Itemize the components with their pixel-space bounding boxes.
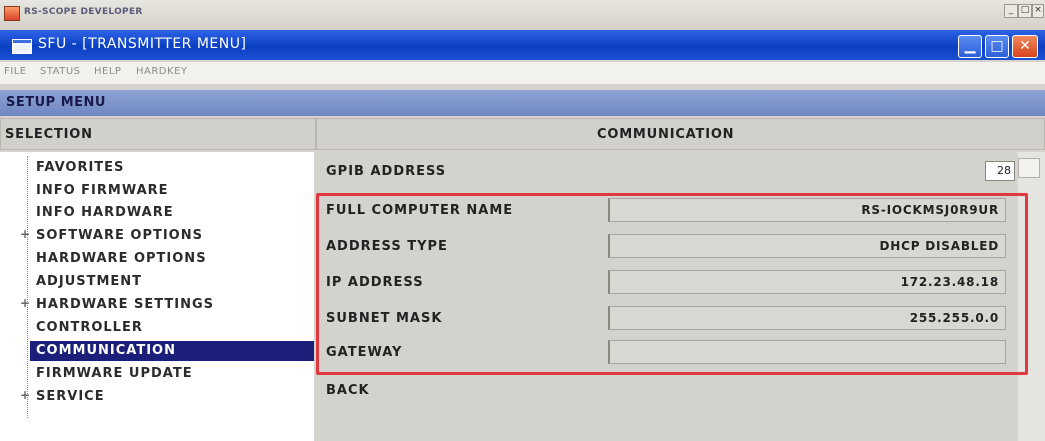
tree-item-firmware-update[interactable]: FIRMWARE UPDATE: [36, 364, 193, 384]
setup-menu-label: SETUP MENU: [6, 95, 106, 110]
setup-menu-banner: SETUP MENU: [0, 90, 1045, 116]
outer-close-icon[interactable]: ×: [1032, 4, 1044, 18]
minimize-button[interactable]: ▁: [958, 35, 982, 58]
tree-connector: [27, 156, 29, 418]
window-titlebar: SFU - [TRANSMITTER MENU] ▁ □ ✕: [0, 30, 1045, 60]
menubar: FILE STATUS HELP HARDKEY: [0, 62, 1045, 84]
tree-item-controller[interactable]: CONTROLLER: [36, 318, 143, 338]
selection-header: SELECTION: [0, 118, 316, 150]
expand-software-options-icon[interactable]: +: [20, 227, 30, 241]
maximize-button[interactable]: □: [985, 35, 1009, 58]
menu-file[interactable]: FILE: [4, 66, 27, 77]
tree-item-service[interactable]: SERVICE: [36, 387, 105, 407]
highlight-box: [316, 193, 1028, 375]
tree-item-software-options[interactable]: SOFTWARE OPTIONS: [36, 226, 203, 246]
menu-hardkey[interactable]: HARDKEY: [136, 66, 188, 77]
tree-item-info-hardware[interactable]: INFO HARDWARE: [36, 203, 174, 223]
tree-item-hardware-options[interactable]: HARDWARE OPTIONS: [36, 249, 207, 269]
scroll-up-icon[interactable]: [1018, 158, 1040, 178]
tree-item-info-firmware[interactable]: INFO FIRMWARE: [36, 181, 169, 201]
expand-service-icon[interactable]: +: [20, 388, 30, 402]
close-button[interactable]: ✕: [1012, 35, 1038, 58]
window-icon: [12, 39, 32, 54]
close-icon: ✕: [1019, 38, 1031, 54]
tree-item-hardware-settings[interactable]: HARDWARE SETTINGS: [36, 295, 214, 315]
communication-header: COMMUNICATION: [316, 118, 1045, 150]
gpib-address-label: GPIB ADDRESS: [326, 164, 447, 179]
outer-window-title: RS-SCOPE DEVELOPER: [24, 7, 143, 17]
gpib-address-field[interactable]: 28: [985, 161, 1015, 181]
outer-restore-icon[interactable]: □: [1018, 4, 1032, 18]
outer-titlebar: RS-SCOPE DEVELOPER _ □ ×: [0, 0, 1045, 31]
menu-status[interactable]: STATUS: [40, 66, 81, 77]
window-title: SFU - [TRANSMITTER MENU]: [38, 36, 247, 52]
app-icon: [4, 6, 20, 21]
back-button[interactable]: BACK: [326, 383, 370, 398]
tree-item-adjustment[interactable]: ADJUSTMENT: [36, 272, 142, 292]
minimize-icon: ▁: [964, 38, 976, 54]
menu-help[interactable]: HELP: [94, 66, 121, 77]
tree-item-favorites[interactable]: FAVORITES: [36, 158, 124, 178]
tree-item-communication[interactable]: COMMUNICATION: [30, 341, 314, 361]
communication-header-label: COMMUNICATION: [597, 127, 735, 142]
maximize-icon: □: [990, 38, 1004, 54]
outer-minimize-icon[interactable]: _: [1004, 4, 1018, 18]
selection-header-label: SELECTION: [5, 127, 93, 142]
expand-hardware-settings-icon[interactable]: +: [20, 296, 30, 310]
